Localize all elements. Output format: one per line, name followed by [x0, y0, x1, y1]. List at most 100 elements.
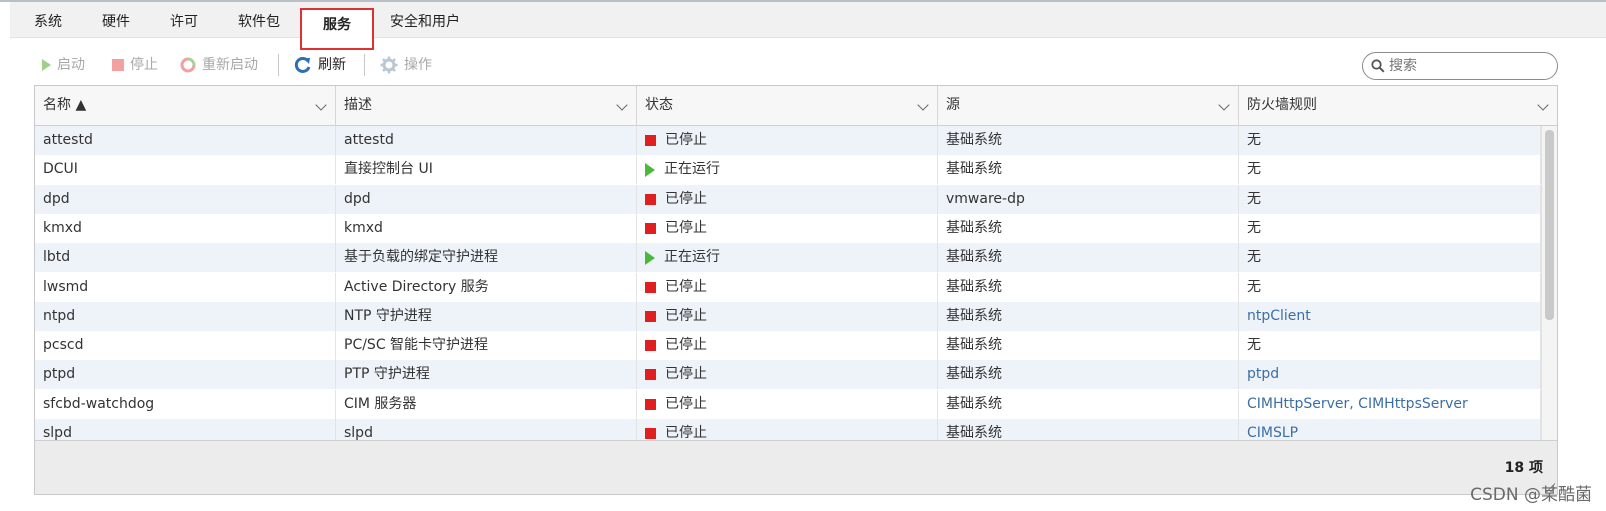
stop-icon: [112, 59, 124, 71]
table-row[interactable]: dpd dpd 已停止 vmware-dp 无: [35, 184, 1541, 214]
source-cell: 基础系统: [938, 301, 1239, 331]
status-text: 已停止: [665, 337, 707, 354]
column-header-label: 源: [946, 97, 960, 113]
column-header-status[interactable]: 状态: [637, 86, 938, 126]
restart-icon: [180, 57, 196, 73]
stop-label: 停止: [130, 57, 158, 73]
table-row[interactable]: DCUI 直接控制台 UI 正在运行 基础系统无: [35, 155, 1541, 185]
status-cell: 正在运行: [637, 243, 938, 273]
column-header-label: 名称 ▲: [43, 97, 87, 113]
table-row[interactable]: ntpd NTP 守护进程 已停止 基础系统 ntpClient: [35, 301, 1541, 331]
source-cell: 基础系统: [938, 126, 1239, 155]
toolbar: 启动 停止 重新启动 刷新 操作: [34, 48, 1606, 82]
description-cell: attestd: [336, 126, 637, 155]
table-header: 名称 ▲ 描述 状态 源 防火墙规则: [35, 86, 1557, 126]
firewall-cell: 无: [1239, 126, 1541, 155]
status-cell: 已停止: [637, 126, 938, 155]
firewall-cell[interactable]: CIMSLP: [1239, 419, 1541, 440]
table-row[interactable]: slpd slpd 已停止 基础系统 CIMSLP: [35, 419, 1541, 440]
table-row[interactable]: attestd attestd 已停止 基础系统无: [35, 126, 1541, 155]
table-row[interactable]: sfcbd-watchdog CIM 服务器 已停止 基础系统 CIMHttpServe…: [35, 389, 1541, 419]
status-text: 已停止: [665, 307, 707, 324]
stop-button[interactable]: 停止: [112, 54, 158, 76]
description-cell: 基于负载的绑定守护进程: [336, 243, 637, 273]
restart-button[interactable]: 重新启动: [180, 54, 258, 76]
firewall-cell: 无: [1239, 272, 1541, 302]
stopped-icon: [645, 310, 656, 322]
tab-services[interactable]: 服务: [300, 8, 374, 50]
stopped-icon: [645, 193, 656, 205]
source-cell: 基础系统: [938, 243, 1239, 273]
name-cell: sfcbd-watchdog: [35, 389, 336, 419]
status-cell: 已停止: [637, 389, 938, 419]
name-cell: dpd: [35, 184, 336, 214]
vertical-scrollbar[interactable]: [1541, 126, 1557, 440]
status-text: 已停止: [665, 395, 707, 412]
column-header-description[interactable]: 描述: [336, 86, 637, 126]
tab-security-users[interactable]: 安全和用户: [390, 2, 460, 38]
chevron-down-icon[interactable]: [1218, 99, 1230, 111]
status-text: 已停止: [665, 219, 707, 236]
stopped-icon: [645, 135, 656, 146]
actions-label: 操作: [404, 57, 432, 73]
watermark: CSDN @某酷菌: [1470, 485, 1592, 505]
firewall-cell: 无: [1239, 331, 1541, 361]
source-cell: 基础系统: [938, 389, 1239, 419]
firewall-cell[interactable]: CIMHttpServer, CIMHttpsServer: [1239, 389, 1541, 419]
source-cell: 基础系统: [938, 360, 1239, 390]
name-cell: ntpd: [35, 301, 336, 331]
table-footer: 18 项: [35, 440, 1557, 494]
name-cell: pcscd: [35, 331, 336, 361]
source-cell: 基础系统: [938, 331, 1239, 361]
column-header-source[interactable]: 源: [938, 86, 1239, 126]
tab-system[interactable]: 系统: [34, 2, 62, 38]
firewall-cell: 无: [1239, 155, 1541, 185]
chevron-down-icon[interactable]: [1537, 99, 1549, 111]
table-row[interactable]: lbtd 基于负载的绑定守护进程 正在运行 基础系统无: [35, 243, 1541, 273]
table-row[interactable]: pcscd PC/SC 智能卡守护进程 已停止 基础系统无: [35, 331, 1541, 361]
gear-icon: [380, 56, 398, 74]
chevron-down-icon[interactable]: [616, 99, 628, 111]
table-row[interactable]: lwsmd Active Directory 服务 已停止 基础系统无: [35, 272, 1541, 302]
status-text: 已停止: [665, 366, 707, 383]
table-row[interactable]: ptpd PTP 守护进程 已停止 基础系统 ptpd: [35, 360, 1541, 390]
column-header-firewall[interactable]: 防火墙规则: [1239, 86, 1557, 126]
name-cell: lwsmd: [35, 272, 336, 302]
running-icon: [645, 250, 655, 265]
name-cell: slpd: [35, 419, 336, 440]
status-text: 已停止: [665, 278, 707, 295]
description-cell: 直接控制台 UI: [336, 155, 637, 185]
tab-license[interactable]: 许可: [170, 2, 198, 38]
firewall-cell: 无: [1239, 243, 1541, 273]
description-cell: dpd: [336, 184, 637, 214]
column-header-name[interactable]: 名称 ▲: [35, 86, 336, 126]
description-cell: CIM 服务器: [336, 389, 637, 419]
status-cell: 已停止: [637, 419, 938, 440]
firewall-cell[interactable]: ntpClient: [1239, 301, 1541, 331]
column-header-label: 防火墙规则: [1247, 97, 1317, 113]
chevron-down-icon[interactable]: [917, 99, 929, 111]
description-cell: slpd: [336, 419, 637, 440]
actions-button[interactable]: 操作: [380, 54, 432, 76]
item-count: 18 项: [1504, 460, 1543, 476]
refresh-button[interactable]: 刷新: [294, 54, 346, 76]
description-cell: PTP 守护进程: [336, 360, 637, 390]
status-cell: 已停止: [637, 213, 938, 243]
chevron-down-icon[interactable]: [315, 99, 327, 111]
table-row[interactable]: kmxd kmxd 已停止 基础系统无: [35, 213, 1541, 243]
tab-services-label: 服务: [323, 17, 351, 33]
firewall-cell: 无: [1239, 213, 1541, 243]
scrollbar-thumb[interactable]: [1545, 130, 1554, 320]
status-cell: 已停止: [637, 331, 938, 361]
start-button[interactable]: 启动: [42, 54, 85, 76]
search-input[interactable]: [1389, 58, 1549, 74]
play-icon: [42, 59, 51, 71]
toolbar-separator: [364, 54, 365, 76]
tab-hardware[interactable]: 硬件: [102, 2, 130, 38]
tab-packages[interactable]: 软件包: [238, 2, 280, 38]
firewall-cell[interactable]: ptpd: [1239, 360, 1541, 390]
status-cell: 已停止: [637, 184, 938, 214]
source-cell: 基础系统: [938, 155, 1239, 185]
source-cell: 基础系统: [938, 272, 1239, 302]
start-label: 启动: [57, 57, 85, 73]
